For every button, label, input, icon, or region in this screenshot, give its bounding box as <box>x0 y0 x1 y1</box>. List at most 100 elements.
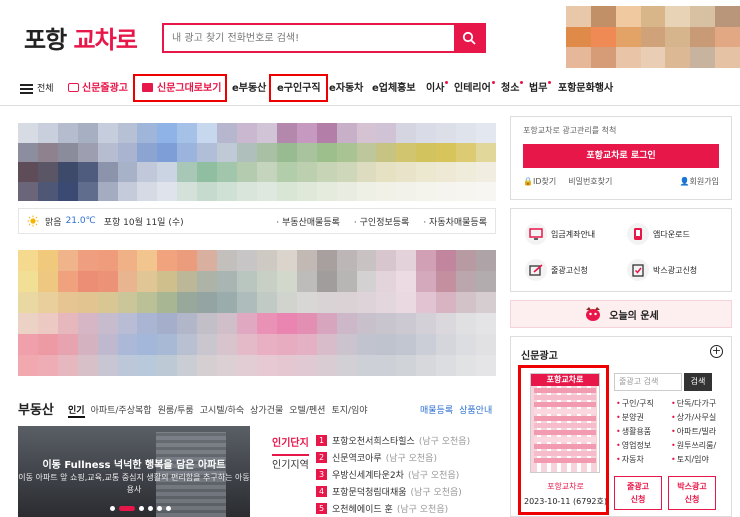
top-ad-banner[interactable] <box>566 6 740 68</box>
nav-item-moving[interactable]: 이사 <box>426 72 449 106</box>
service-app-download[interactable]: 앱다운로드 <box>627 223 690 245</box>
slide-dot[interactable] <box>166 506 171 511</box>
tab-gositel[interactable]: 고시텔/하숙 <box>200 403 244 418</box>
main-search-input[interactable] <box>164 25 454 51</box>
weather-condition: 맑음 <box>45 217 62 228</box>
plus-circle-icon[interactable]: + <box>710 345 723 358</box>
link-car-register[interactable]: · 자동차매물등록 <box>423 215 487 228</box>
slide-dot[interactable] <box>110 506 115 511</box>
rank-badge: 3 <box>316 469 327 480</box>
link-product-info[interactable]: 상품안내 <box>459 403 492 416</box>
nav-item-e-cars[interactable]: e자동차 <box>329 72 363 106</box>
main-search-box <box>162 23 486 53</box>
highlight-box-newspaper-view <box>133 74 227 102</box>
pen-paper-icon <box>525 259 547 281</box>
slide-dot-active[interactable] <box>119 506 135 511</box>
slide-pagination <box>110 506 171 511</box>
tab-popular[interactable]: 인기 <box>68 403 85 418</box>
nav-item-label: 청소 <box>501 83 520 94</box>
category-link[interactable]: 토지/임야 <box>671 454 726 465</box>
newspaper-ad-icon <box>68 83 79 92</box>
nav-item-line-ads[interactable]: 신문줄광고 <box>68 72 128 106</box>
nav-item-interior[interactable]: 인테리어 <box>454 72 495 106</box>
nav-item-label: 이사 <box>426 83 445 94</box>
tab-oneroom[interactable]: 원룸/투룸 <box>158 403 194 418</box>
line-ad-search-input[interactable]: 줄광고 검색 <box>614 373 682 391</box>
service-line-ad-apply[interactable]: 줄광고신청 <box>525 259 588 281</box>
hamburger-menu-icon[interactable] <box>20 84 33 94</box>
tab-commercial[interactable]: 상가건물 <box>250 403 283 418</box>
list-item[interactable]: 1 포항오천서희스타힐스 (남구 오천읍) <box>316 432 496 449</box>
find-id-link[interactable]: 🔒ID찾기 <box>523 176 556 187</box>
nav-item-e-business[interactable]: e업체홍보 <box>372 72 416 106</box>
complex-location: (남구 오천읍) <box>385 454 437 464</box>
tab-land[interactable]: 토지/임야 <box>331 403 367 418</box>
category-link[interactable]: 구인/구직 <box>616 398 671 409</box>
main-search-button[interactable] <box>454 25 484 51</box>
realestate-banner-slide[interactable]: 이동 Fullness 넉넉한 행복을 담은 아파트 이동 아파트 앞 쇼핑,교… <box>18 426 250 517</box>
rank-badge: 1 <box>316 435 327 446</box>
logo-text-gyocharo: 교차로 <box>73 26 138 54</box>
complex-name: 포항문덕청림대채움 <box>332 488 407 498</box>
category-link[interactable]: 상가/사무실 <box>671 412 726 423</box>
button-label-line1: 줄광고 <box>626 482 650 491</box>
service-label: 줄광고신청 <box>551 265 588 275</box>
tab-pension[interactable]: 오텔/펜션 <box>289 403 325 418</box>
slide-dot[interactable] <box>157 506 162 511</box>
signup-label: 회원가입 <box>689 177 719 186</box>
link-realestate-register[interactable]: · 부동산매물등록 <box>276 215 340 228</box>
slide-dot[interactable] <box>139 506 144 511</box>
services-panel: 입금계좌안내 앱다운로드 줄광고신청 박스광고신청 <box>510 208 732 292</box>
user-icon: 👤 <box>679 177 690 186</box>
nav-item-label: 신문줄광고 <box>82 83 128 94</box>
service-deposit-account[interactable]: 입금계좌안내 <box>525 223 595 245</box>
line-ad-search-button[interactable]: 검색 <box>684 373 712 391</box>
nav-all-menu[interactable]: 전체 <box>37 72 54 106</box>
nav-item-culture-events[interactable]: 포항문화행사 <box>558 72 613 106</box>
box-ad-apply-button[interactable]: 박스광고 신청 <box>668 476 716 510</box>
category-link[interactable]: 생활용품 <box>616 426 671 437</box>
service-label: 앱다운로드 <box>653 229 690 239</box>
realestate-section-title: 부동산 <box>18 403 54 418</box>
tab-popular-complex[interactable]: 인기단지 <box>272 434 309 456</box>
complex-name: 신문역코아루 <box>332 454 382 464</box>
slide-dot[interactable] <box>148 506 153 511</box>
new-dot-icon <box>548 81 552 84</box>
daily-fortune-banner[interactable]: 오늘의 운세 <box>510 300 732 328</box>
sun-icon <box>27 215 39 227</box>
weather-location-date: 포항 10월 11일 (수) <box>103 217 184 228</box>
list-item[interactable]: 2 신문역코아루 (남구 오천읍) <box>316 449 496 466</box>
login-button[interactable]: 포항교차로 로그인 <box>523 144 719 168</box>
signup-link[interactable]: 👤회원가입 <box>680 176 719 187</box>
find-id-label: ID찾기 <box>532 177 557 186</box>
new-dot-icon <box>445 81 449 84</box>
banner-headline: 이동 Fullness 넉넉한 행복을 담은 아파트 <box>42 460 226 471</box>
list-item[interactable]: 5 오천헤에이드 훈 (남구 오천읍) <box>316 500 496 517</box>
nav-item-legal[interactable]: 법무 <box>529 72 552 106</box>
search-icon <box>462 31 476 45</box>
link-job-register[interactable]: · 구인정보등록 <box>354 215 409 228</box>
link-listing-register[interactable]: 매물등록 <box>420 403 453 416</box>
line-ad-apply-button[interactable]: 줄광고 신청 <box>614 476 662 510</box>
nav-item-cleaning[interactable]: 청소 <box>501 72 524 106</box>
monitor-icon <box>525 223 547 245</box>
ad-banner-mosaic-1[interactable] <box>18 123 496 201</box>
tab-popular-region[interactable]: 인기지역 <box>272 456 309 476</box>
category-link[interactable]: 자동차 <box>616 454 671 465</box>
find-password-link[interactable]: 비밀번호찾기 <box>568 176 612 187</box>
category-link[interactable]: 원투쓰리룸/ <box>671 440 726 451</box>
tab-apartment[interactable]: 아파트/주상복합 <box>91 403 152 418</box>
category-link[interactable]: 단독/다가구 <box>671 398 726 409</box>
nav-item-e-realestate[interactable]: e부동산 <box>232 72 266 106</box>
logo-text-pohang: 포항 <box>24 26 67 54</box>
site-logo[interactable]: 포항 교차로 <box>24 20 138 55</box>
list-item[interactable]: 4 포항문덕청림대채움 (남구 오천읍) <box>316 483 496 500</box>
button-label-line1: 박스광고 <box>677 482 707 491</box>
category-link[interactable]: 아파트/빌라 <box>671 426 726 437</box>
new-dot-icon <box>491 81 495 84</box>
category-link[interactable]: 영업정보 <box>616 440 671 451</box>
service-box-ad-apply[interactable]: 박스광고신청 <box>627 259 697 281</box>
ad-banner-mosaic-2[interactable] <box>18 250 496 376</box>
list-item[interactable]: 3 우방신세계타운2차 (남구 오천읍) <box>316 466 496 483</box>
category-link[interactable]: 분양권 <box>616 412 671 423</box>
